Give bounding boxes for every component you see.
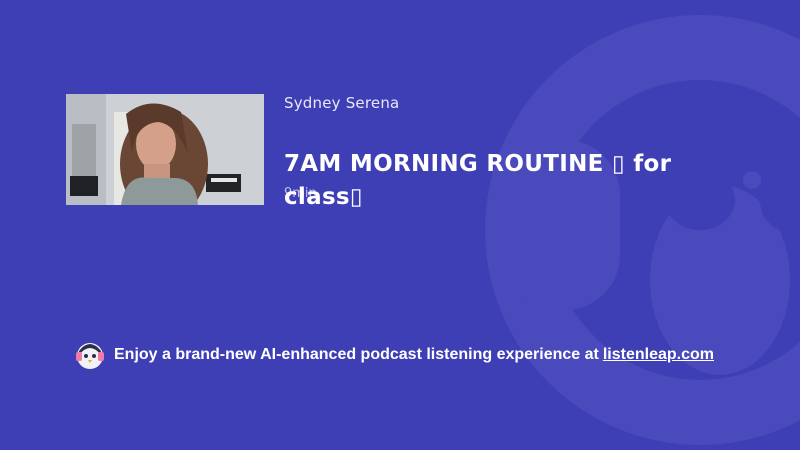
promo-message: Enjoy a brand-new AI-enhanced podcast li… — [114, 346, 599, 363]
promo-banner: Enjoy a brand-new AI-enhanced podcast li… — [74, 340, 714, 370]
penguin-headphones-icon — [76, 343, 104, 369]
listenleap-link[interactable]: listenleap.com — [603, 346, 714, 364]
channel-name[interactable]: Sydney Serena — [284, 94, 399, 112]
episode-title[interactable]: 7AM MORNING ROUTINE ▯ for class▯ — [284, 148, 724, 214]
video-thumbnail[interactable] — [66, 94, 264, 205]
background-logo-watermark — [485, 15, 800, 445]
video-thumbnail-image — [66, 94, 264, 205]
